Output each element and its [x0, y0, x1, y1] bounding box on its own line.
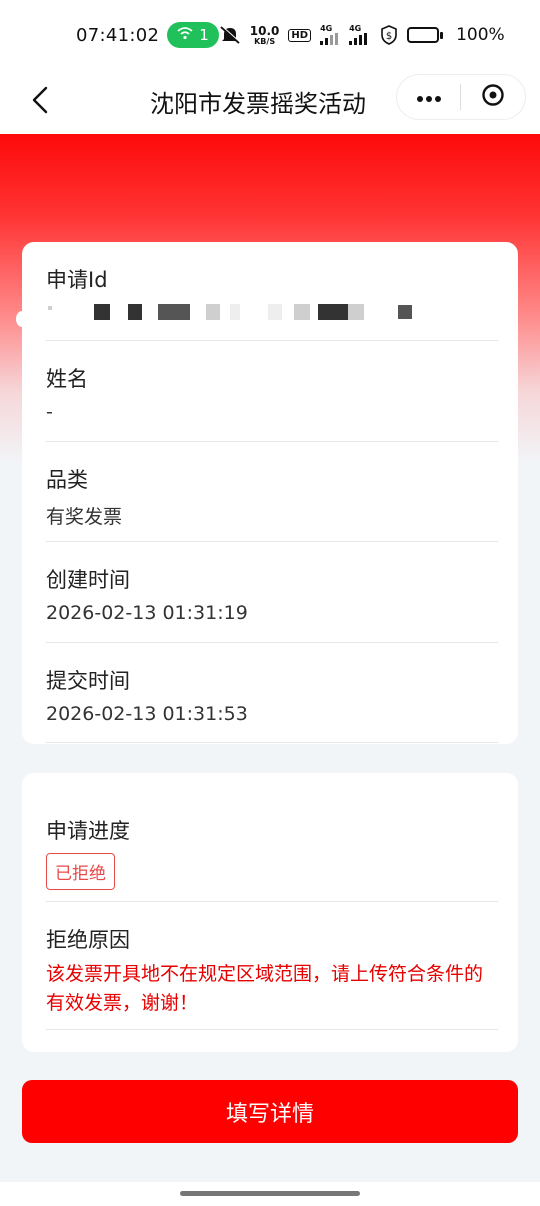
status-icons: 10.0 KB/S HD 4G 4G $ 100% [219, 25, 505, 46]
status-bar: 07:41:02 1 10.0 KB/S HD 4G 4G $ 100% [0, 0, 540, 70]
rejection-reason-text: 该发票开具地不在规定区域范围，请上传符合条件的有效发票，谢谢！ [46, 963, 484, 1014]
submitted-time-label: 提交时间 [46, 669, 130, 693]
net-speed-unit: KB/S [254, 36, 276, 46]
created-time-value: 2026-02-13 01:31:19 [46, 602, 248, 624]
net-speed-value: 10.0 [249, 23, 280, 38]
hotspot-badge: 1 [167, 22, 219, 48]
mini-program-capsule [396, 74, 526, 120]
hd-icon: HD [288, 28, 312, 42]
rejection-reason-label: 拒绝原因 [46, 928, 130, 952]
battery-icon [407, 27, 444, 43]
submitted-time-value: 2026-02-13 01:31:53 [46, 703, 248, 725]
svg-text:$: $ [386, 31, 392, 42]
more-dots-icon [416, 88, 442, 107]
application-id-value-masked [46, 302, 498, 322]
row-created-time: 创建时间 2026-02-13 01:31:19 [46, 542, 498, 643]
progress-label: 申请进度 [46, 819, 130, 843]
hotspot-count: 1 [199, 26, 209, 44]
row-rejection-reason: 拒绝原因 该发票开具地不在规定区域范围，请上传符合条件的有效发票，谢谢！ [46, 902, 498, 1030]
row-application-id: 申请Id [46, 242, 498, 341]
page-title: 沈阳市发票摇奖活动 [150, 90, 366, 118]
row-submitted-time: 提交时间 2026-02-13 01:31:53 [46, 643, 498, 743]
signal-4g-icon-1: 4G [320, 25, 340, 45]
row-name: 姓名 - [46, 341, 498, 442]
nav-bar: 沈阳市发票摇奖活动 [0, 70, 540, 134]
back-button[interactable] [20, 82, 60, 122]
category-value: 有奖发票 [46, 506, 123, 528]
fill-details-button[interactable]: 填写详情 [22, 1080, 518, 1143]
wifi-hotspot-icon [177, 26, 193, 44]
signal-4g-icon-2: 4G [349, 25, 371, 45]
shield-dollar-icon: $ [380, 25, 398, 45]
home-indicator[interactable] [180, 1191, 360, 1196]
home-indicator-area [0, 1182, 540, 1206]
created-time-label: 创建时间 [46, 568, 130, 592]
name-value: - [46, 401, 53, 423]
battery-percent: 100% [456, 25, 505, 45]
application-details-card: 申请Id 姓名 - 品类 有奖发票 创建时间 2026-02-13 01:31:… [16, 242, 518, 744]
card-edge-notch [16, 311, 28, 327]
mute-bell-icon [219, 25, 241, 45]
application-id-label: 申请Id [46, 268, 108, 292]
status-badge: 已拒绝 [46, 853, 115, 890]
signal-1-label: 4G [320, 24, 333, 33]
application-status-card: 申请进度 已拒绝 拒绝原因 该发票开具地不在规定区域范围，请上传符合条件的有效发… [22, 773, 518, 1052]
name-label: 姓名 [46, 367, 88, 391]
close-circle-icon [481, 83, 505, 111]
category-label: 品类 [46, 468, 88, 492]
row-progress: 申请进度 已拒绝 [46, 773, 498, 902]
net-speed: 10.0 KB/S [250, 25, 280, 46]
row-category: 品类 有奖发票 [46, 442, 498, 542]
close-button[interactable] [461, 83, 525, 111]
more-button[interactable] [397, 88, 460, 107]
chevron-left-icon [31, 86, 49, 118]
status-time: 07:41:02 [76, 24, 160, 46]
signal-2-label: 4G [349, 24, 362, 33]
